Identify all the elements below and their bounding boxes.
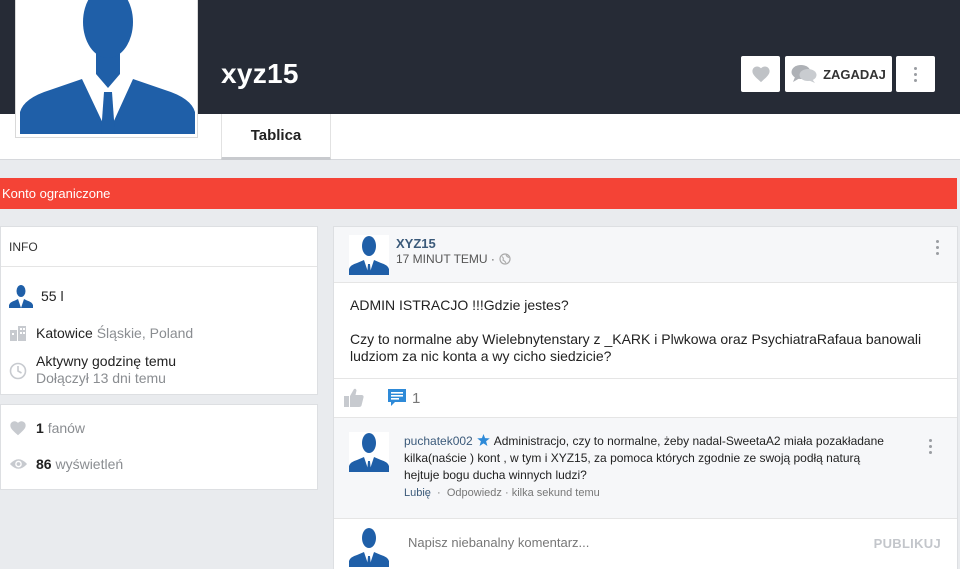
comment-item: puchatek002 Administracjo, czy to normal…	[334, 417, 957, 518]
user-avatar-icon	[9, 285, 33, 308]
chat-bubbles-icon	[791, 65, 817, 83]
info-active: Aktywny godzinę temu	[36, 353, 177, 369]
post-time[interactable]: 17 MINUT TEMU ·	[396, 252, 495, 266]
info-age: 55 l	[41, 288, 64, 304]
post-time-row: 17 MINUT TEMU ·	[396, 252, 511, 266]
info-header: INFO	[1, 227, 317, 267]
info-city[interactable]: Katowice	[36, 325, 93, 341]
info-age-row: 55 l	[9, 284, 64, 308]
user-avatar-icon[interactable]	[349, 235, 389, 275]
post-header: XYZ15 17 MINUT TEMU ·	[334, 227, 957, 283]
fans-label: fanów	[47, 420, 86, 436]
info-activity-row: Aktywny godzinę temu Dołączył 13 dni tem…	[9, 353, 176, 387]
eye-icon	[9, 459, 28, 469]
comment-input[interactable]: Napisz niebanalny komentarz...	[408, 535, 589, 550]
comment-time: kilka sekund temu	[511, 487, 600, 499]
comment-body: puchatek002 Administracjo, czy to normal…	[404, 433, 894, 484]
restricted-account-alert: Konto ograniczone	[0, 178, 957, 209]
publish-button[interactable]: PUBLIKUJ	[874, 536, 941, 551]
user-avatar-icon	[349, 527, 389, 567]
info-card: INFO 55 l Katowice Śląskie, Poland Aktyw…	[0, 226, 318, 395]
profile-username: xyz15	[221, 58, 299, 89]
post-comment-count[interactable]: 1	[412, 390, 420, 407]
views-row: 86 wyświetleń	[9, 456, 123, 472]
post-card: XYZ15 17 MINUT TEMU · ADMIN ISTRACJO !!!…	[333, 226, 958, 569]
post-actions: 1	[334, 378, 957, 417]
profile-more-button[interactable]	[896, 56, 935, 92]
comment-icon[interactable]	[387, 388, 407, 408]
building-icon	[10, 326, 26, 341]
views-count: 86	[36, 456, 52, 472]
stats-card: 1 fanów 86 wyświetleń	[0, 404, 318, 490]
comment-author[interactable]: puchatek002	[404, 434, 473, 448]
comment-meta: Lubię · Odpowiedz · kilka sekund temu	[404, 487, 600, 499]
info-region: Śląskie, Poland	[96, 325, 194, 341]
alert-text: Konto ograniczone	[2, 186, 111, 201]
profile-avatar[interactable]	[15, 0, 198, 138]
comment-meta-separator: ·	[504, 487, 509, 499]
fans-count: 1	[36, 420, 44, 436]
comment-meta-separator: ·	[437, 487, 441, 499]
heart-icon	[10, 421, 26, 436]
comment-reply-link[interactable]: Odpowiedz	[447, 487, 502, 499]
star-icon	[477, 434, 490, 446]
post-more-button[interactable]	[936, 240, 940, 255]
info-location-row: Katowice Śląskie, Poland	[9, 325, 193, 341]
user-avatar-icon[interactable]	[349, 432, 389, 472]
tab-wall[interactable]: Tablica	[221, 114, 331, 160]
comment-text: Administracjo, czy to normalne, żeby nad…	[404, 434, 884, 482]
reply-box: Napisz niebanalny komentarz... PUBLIKUJ	[334, 518, 957, 569]
post-author[interactable]: XYZ15	[396, 236, 436, 251]
comment-more-button[interactable]	[929, 439, 933, 454]
ask-button-label: ZAGADAJ	[823, 66, 886, 82]
comment-like-link[interactable]: Lubię	[404, 487, 431, 499]
info-joined: Dołączył 13 dni temu	[36, 370, 166, 386]
like-profile-button[interactable]	[741, 56, 780, 92]
post-line-1: ADMIN ISTRACJO !!!Gdzie jestes?	[350, 297, 569, 313]
post-body: ADMIN ISTRACJO !!!Gdzie jestes? Czy to n…	[350, 297, 930, 365]
user-avatar-icon	[20, 0, 195, 134]
fans-row[interactable]: 1 fanów	[9, 420, 85, 436]
heart-icon	[751, 66, 770, 83]
thumb-up-icon[interactable]	[343, 388, 365, 408]
more-vertical-icon	[913, 66, 918, 82]
post-line-2: Czy to normalne aby Wielebnytenstary z _…	[350, 331, 922, 364]
views-label: wyświetleń	[55, 456, 124, 472]
ask-button[interactable]: ZAGADAJ	[785, 56, 892, 92]
globe-icon	[499, 253, 511, 265]
clock-icon	[9, 362, 27, 380]
